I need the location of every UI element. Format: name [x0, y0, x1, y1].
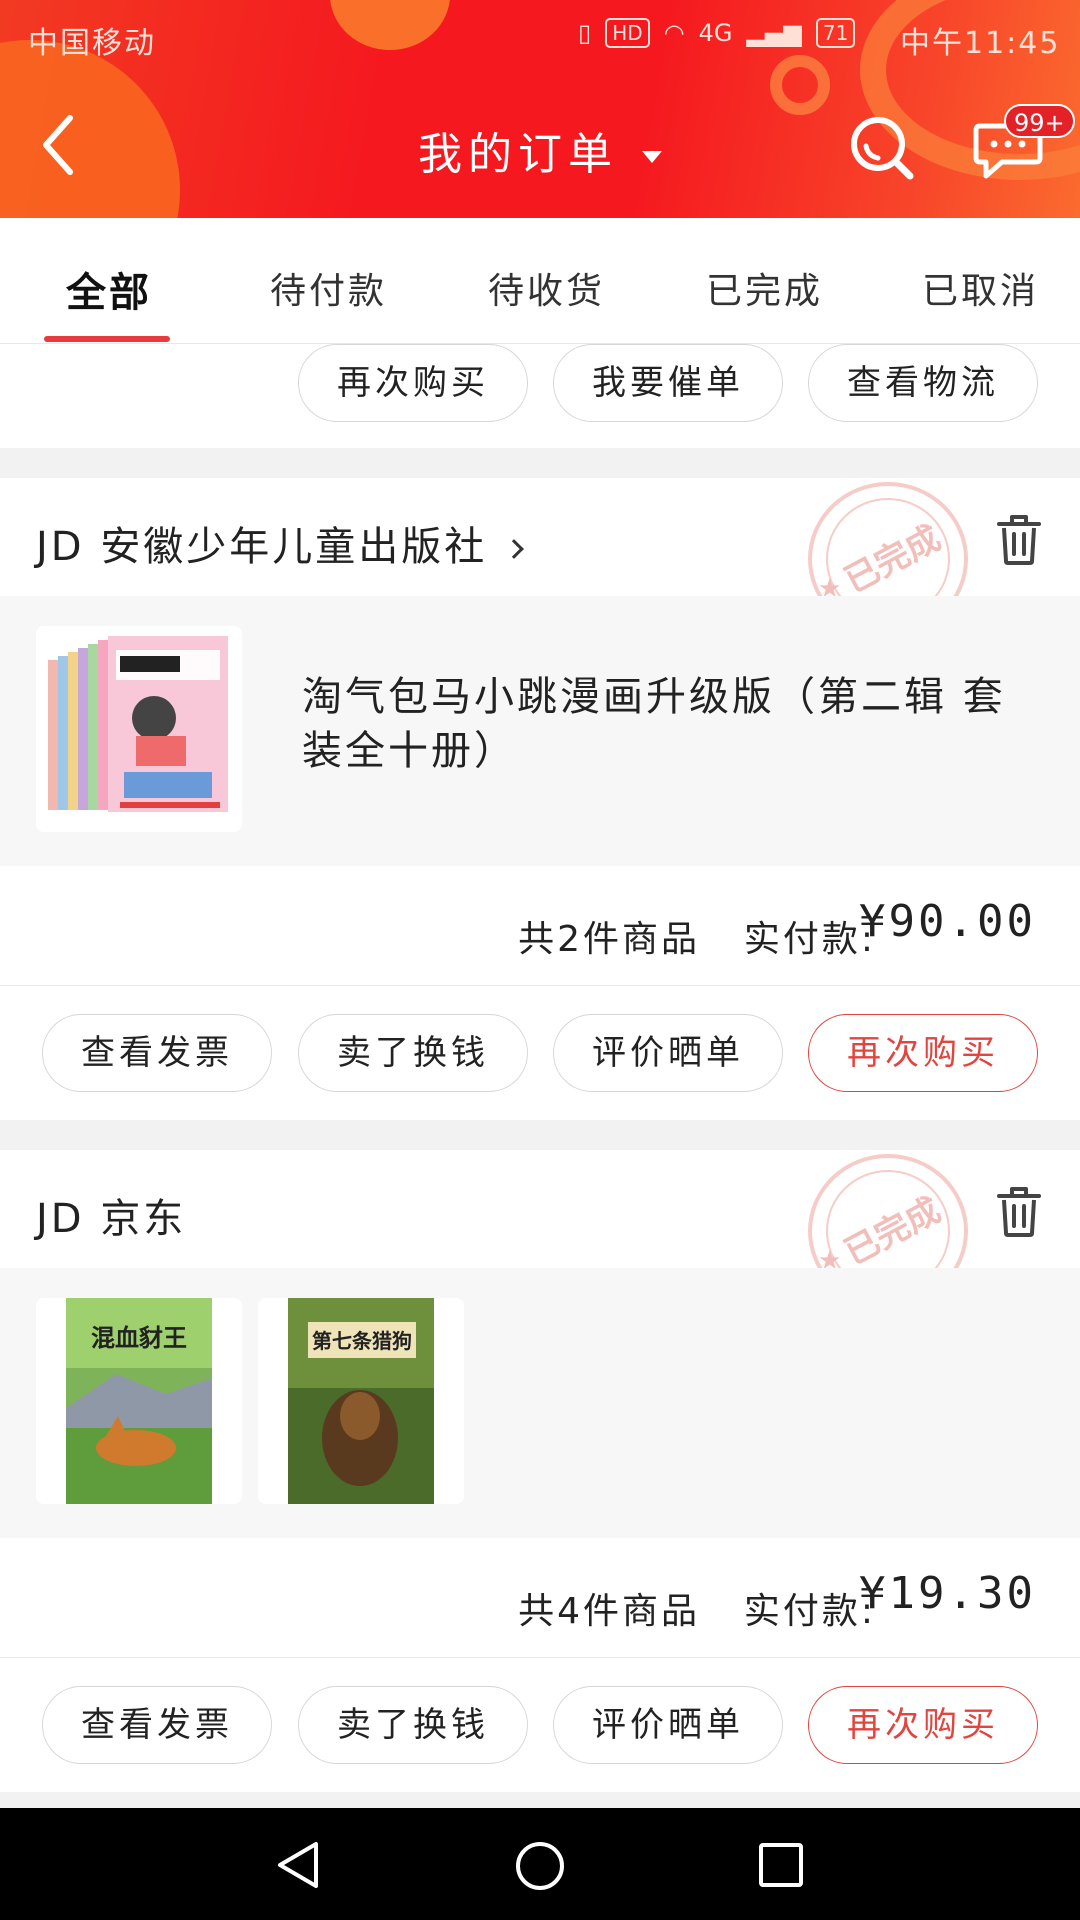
- app-header: 中国移动 ▯ HD ◠ 4G ▂▄▆ 71 中午11:45 我的订单 99+: [0, 0, 1080, 218]
- book-set-image: [36, 626, 242, 832]
- page-title[interactable]: 我的订单: [0, 118, 1080, 182]
- tab-completed[interactable]: 已完成: [706, 262, 823, 314]
- item-count: 共4件商品: [518, 1591, 700, 1632]
- signal-icon: ▂▄▆: [746, 19, 802, 47]
- buy-again-button[interactable]: 再次购买: [808, 1686, 1038, 1764]
- chevron-right-icon: [504, 539, 524, 559]
- product-thumbnail[interactable]: 混血豺王: [36, 1298, 242, 1504]
- trash-icon[interactable]: [995, 1184, 1043, 1238]
- network-label: 4G: [698, 19, 733, 47]
- nav-recents-icon[interactable]: [758, 1842, 804, 1888]
- vibrate-icon: ▯: [578, 19, 592, 47]
- buy-again-button[interactable]: 再次购买: [808, 1014, 1038, 1092]
- carrier-label: 中国移动: [28, 26, 156, 61]
- track-logistics-button[interactable]: 查看物流: [808, 344, 1038, 422]
- status-icons: ▯ HD ◠ 4G ▂▄▆ 71: [578, 18, 856, 48]
- chevron-down-icon: [642, 151, 662, 163]
- product-thumbnail[interactable]: 第七条猎狗: [258, 1298, 464, 1504]
- paid-amount: ¥19.30: [859, 1568, 1036, 1619]
- order-card[interactable]: JD 京东 已完成 ★ 混血豺王 第七条猎狗 共4件商品 实付款: ¥19.30…: [0, 1150, 1080, 1792]
- book-cover-image: 混血豺王: [36, 1298, 242, 1504]
- trash-icon[interactable]: [995, 512, 1043, 566]
- shop-header[interactable]: JD 安徽少年儿童出版社 已完成 ★: [0, 478, 1080, 636]
- order-card[interactable]: JD 安徽少年儿童出版社 已完成 ★ 淘气包马小跳漫画升级版（第二辑 套装全十册…: [0, 478, 1080, 1120]
- buy-again-button[interactable]: 再次购买: [298, 344, 528, 422]
- shop-name[interactable]: JD 京东: [36, 1186, 186, 1244]
- shop-name-text: JD 安徽少年儿童出版社: [36, 524, 488, 570]
- paid-amount: ¥90.00: [859, 896, 1036, 947]
- item-count: 共2件商品: [518, 919, 700, 960]
- book-cover-title: 第七条猎狗: [312, 1329, 412, 1353]
- wifi-icon: ◠: [663, 19, 685, 47]
- shop-header[interactable]: JD 京东 已完成 ★: [0, 1150, 1080, 1308]
- battery-icon: 71: [815, 18, 856, 48]
- book-cover-image: 第七条猎狗: [258, 1298, 464, 1504]
- book-cover-title: 混血豺王: [91, 1324, 187, 1352]
- paid-label: 实付款:: [743, 919, 876, 960]
- order-goods[interactable]: 淘气包马小跳漫画升级版（第二辑 套装全十册）: [0, 596, 1080, 866]
- message-count-badge: 99+: [1004, 104, 1075, 138]
- page-title-text: 我的订单: [418, 129, 618, 180]
- tab-cancelled[interactable]: 已取消: [922, 262, 1039, 314]
- shop-name[interactable]: JD 安徽少年儿童出版社: [36, 514, 524, 572]
- review-button[interactable]: 评价晒单: [553, 1014, 783, 1092]
- system-navigation-bar: [0, 1808, 1080, 1920]
- nav-home-icon[interactable]: [514, 1840, 566, 1892]
- urge-order-button[interactable]: 我要催单: [553, 344, 783, 422]
- tab-all[interactable]: 全部: [66, 260, 152, 318]
- tab-pending-receipt[interactable]: 待收货: [488, 262, 605, 314]
- status-bar: 中国移动 ▯ HD ◠ 4G ▂▄▆ 71 中午11:45: [0, 0, 1080, 76]
- view-invoice-button[interactable]: 查看发票: [42, 1014, 272, 1092]
- order-tabs: 全部 待付款 待收货 已完成 已取消: [0, 218, 1080, 344]
- order-card-partial: 再次购买 我要催单 查看物流: [0, 344, 1080, 448]
- order-summary: 共2件商品 实付款: ¥90.00: [0, 866, 1080, 986]
- order-summary: 共4件商品 实付款: ¥19.30: [0, 1538, 1080, 1658]
- search-icon[interactable]: [846, 112, 916, 182]
- sell-for-cash-button[interactable]: 卖了换钱: [298, 1014, 528, 1092]
- paid-label: 实付款:: [743, 1591, 876, 1632]
- nav-back-icon[interactable]: [274, 1840, 324, 1890]
- sell-for-cash-button[interactable]: 卖了换钱: [298, 1686, 528, 1764]
- product-title[interactable]: 淘气包马小跳漫画升级版（第二辑 套装全十册）: [302, 670, 1022, 778]
- hd-icon: HD: [605, 18, 650, 48]
- order-goods[interactable]: 混血豺王 第七条猎狗: [0, 1268, 1080, 1538]
- clock: 中午11:45: [900, 26, 1061, 61]
- tab-pending-payment[interactable]: 待付款: [270, 262, 387, 314]
- product-thumbnail[interactable]: [36, 626, 242, 832]
- tab-active-indicator: [44, 336, 170, 342]
- review-button[interactable]: 评价晒单: [553, 1686, 783, 1764]
- view-invoice-button[interactable]: 查看发票: [42, 1686, 272, 1764]
